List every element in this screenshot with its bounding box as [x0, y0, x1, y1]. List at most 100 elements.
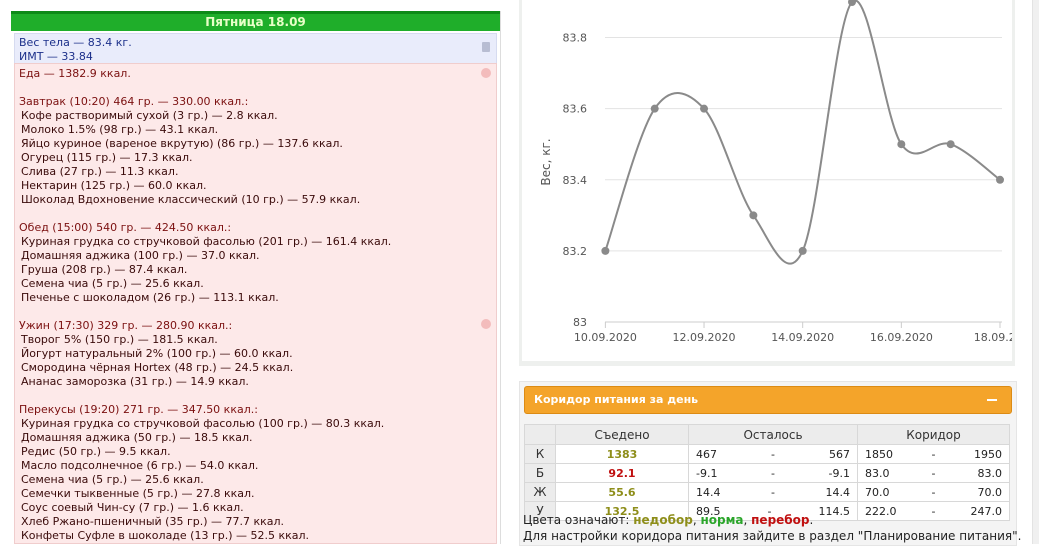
- dash: -: [771, 447, 775, 461]
- food-item[interactable]: Творог 5% (150 гр.) — 181.5 ккал.: [19, 333, 492, 347]
- apple-icon[interactable]: [481, 319, 491, 329]
- food-item[interactable]: Смородина чёрная Hortex (48 гр.) — 24.5 …: [19, 361, 492, 375]
- collapse-icon[interactable]: [987, 399, 997, 401]
- legend-sep: ,: [743, 513, 752, 527]
- corridor-range: 1850 - 1950: [857, 444, 1010, 464]
- row-label: К: [524, 444, 556, 464]
- food-item[interactable]: Конфеты Суфле в шоколаде (13 гр.) — 52.5…: [19, 529, 492, 543]
- corridor-row: К 1383 467 - 567 1850 - 1950: [524, 444, 1010, 464]
- food-total: Еда — 1382.9 ккал.: [19, 67, 131, 80]
- food-item[interactable]: Масло подсолнечное (6 гр.) — 54.0 ккал.: [19, 459, 492, 473]
- dash: -: [771, 466, 775, 480]
- header-left: Осталось: [688, 424, 858, 445]
- left-max: -9.1: [828, 466, 850, 480]
- food-item[interactable]: Редис (50 гр.) — 9.5 ккал.: [19, 445, 492, 459]
- food-item[interactable]: Нектарин (125 гр.) — 60.0 ккал.: [19, 179, 492, 193]
- food-item[interactable]: Семечки тыквенные (5 гр.) — 27.8 ккал.: [19, 487, 492, 501]
- day-panel: Пятница 18.09 Вес тела — 83.4 кг. ИМТ — …: [11, 11, 501, 544]
- data-point: [946, 140, 955, 149]
- corridor-max: 83.0: [977, 466, 1002, 480]
- data-point: [996, 175, 1004, 184]
- weight-chart-svg: 83 83.2 83.4 83.6 83.8 10.09.2020 12.09.2020 14…: [539, 0, 1026, 344]
- scrollbar[interactable]: [1032, 0, 1039, 544]
- data-point: [700, 104, 709, 113]
- header-corridor: Коридор: [857, 424, 1010, 445]
- food-item[interactable]: Ананас заморозка (31 гр.) — 14.9 ккал.: [19, 375, 492, 389]
- y-tick-label: 83: [573, 316, 587, 329]
- food-item[interactable]: Огурец (115 гр.) — 17.3 ккал.: [19, 151, 492, 165]
- food-item[interactable]: Молоко 1.5% (98 гр.) — 43.1 ккал.: [19, 123, 492, 137]
- row-label: Ж: [524, 482, 556, 502]
- y-tick-label: 83.8: [563, 32, 588, 45]
- food-item[interactable]: Куриная грудка со стручковой фасолью (10…: [19, 417, 492, 431]
- legend-under: недобор: [633, 513, 693, 527]
- left-max: 14.4: [825, 485, 850, 499]
- data-point: [601, 246, 610, 255]
- y-axis-label: Вес, кг.: [539, 138, 553, 185]
- food-item[interactable]: Соус соевый Чин-су (7 гр.) — 1.6 ккал.: [19, 501, 492, 515]
- food-item[interactable]: Домашняя аджика (100 гр.) — 37.0 ккал.: [19, 249, 492, 263]
- food-item[interactable]: Семена чиа (5 гр.) — 25.6 ккал.: [19, 277, 492, 291]
- header-eaten: Съедено: [555, 424, 689, 445]
- corridor-header[interactable]: Коридор питания за день: [524, 386, 1012, 414]
- apple-icon[interactable]: [481, 68, 491, 78]
- dash: -: [931, 504, 936, 518]
- corridor-row: Б 92.1 -9.1 - -9.1 83.0 - 83.0: [524, 463, 1010, 483]
- food-item[interactable]: Кофе растворимый сухой (3 гр.) — 2.8 кка…: [19, 109, 492, 123]
- left-range: 14.4 - 14.4: [688, 482, 858, 502]
- eaten-value: 1383: [555, 444, 689, 464]
- dash: -: [931, 485, 936, 499]
- left-range: -9.1 - -9.1: [688, 463, 858, 483]
- x-tick-label: 14.09.2020: [771, 331, 834, 344]
- data-point: [749, 211, 758, 220]
- data-point: [798, 246, 807, 255]
- x-tick-label: 10.09.2020: [574, 331, 637, 344]
- meal-list: Завтрак (10:20) 464 гр. — 330.00 ккал.: К…: [19, 95, 492, 543]
- food-item[interactable]: Печенье с шоколадом (26 гр.) — 113.1 кка…: [19, 291, 492, 305]
- food-item[interactable]: Слива (27 гр.) — 11.3 ккал.: [19, 165, 492, 179]
- row-label: Б: [524, 463, 556, 483]
- x-tick-label: 16.09.2020: [870, 331, 933, 344]
- y-tick-label: 83.4: [563, 174, 588, 187]
- legend-suffix: .: [809, 513, 814, 527]
- data-point: [897, 140, 906, 149]
- dash: -: [771, 485, 775, 499]
- meal-title: Обед (15:00) 540 гр. — 424.50 ккал.:: [19, 221, 232, 234]
- corridor-min: 1850: [865, 447, 893, 461]
- left-min: 14.4: [696, 485, 721, 499]
- food-item[interactable]: Куриная грудка со стручковой фасолью (20…: [19, 235, 492, 249]
- food-item[interactable]: Домашняя аджика (50 гр.) — 18.5 ккал.: [19, 431, 492, 445]
- corridor-min: 70.0: [865, 485, 890, 499]
- meal-title: Ужин (17:30) 329 гр. — 280.90 ккал.:: [19, 319, 233, 332]
- legend-over: перебор: [751, 513, 810, 527]
- body-weight: Вес тела — 83.4 кг.: [19, 36, 132, 49]
- day-title[interactable]: Пятница 18.09: [11, 11, 500, 31]
- x-tick-label: 12.09.2020: [673, 331, 736, 344]
- corridor-row: Ж 55.6 14.4 - 14.4 70.0 - 70.0: [524, 482, 1010, 502]
- left-max: 567: [828, 447, 850, 461]
- corridor-table: Съедено Осталось Коридор К 1383 467 - 567 185…: [524, 424, 1010, 521]
- corridor-range: 222.0 - 247.0: [857, 501, 1010, 521]
- trash-icon[interactable]: [482, 42, 490, 52]
- weight-chart: 83 83.2 83.4 83.6 83.8 10.09.2020 12.09.2020 14…: [522, 0, 1026, 361]
- meal-title: Перекусы (19:20) 271 гр. — 347.50 ккал.:: [19, 403, 258, 416]
- food-item[interactable]: Груша (208 гр.) — 87.4 ккал.: [19, 263, 492, 277]
- food-item[interactable]: Хлеб Ржано-пшеничный (35 гр.) — 77.7 кка…: [19, 515, 492, 529]
- food-item[interactable]: Семена чиа (5 гр.) — 25.6 ккал.: [19, 473, 492, 487]
- food-item[interactable]: Шоколад Вдохновение классический (10 гр.…: [19, 193, 492, 207]
- left-range: 467 - 567: [688, 444, 858, 464]
- y-tick-label: 83.6: [563, 103, 588, 116]
- weight-series-line: [604, 0, 1001, 265]
- y-tick-label: 83.2: [563, 245, 588, 258]
- food-item[interactable]: Йогурт натуральный 2% (100 гр.) — 60.0 к…: [19, 347, 492, 361]
- corner-cell: [524, 424, 556, 445]
- meal-title: Завтрак (10:20) 464 гр. — 330.00 ккал.:: [19, 95, 249, 108]
- corridor-range: 83.0 - 83.0: [857, 463, 1010, 483]
- corridor-range: 70.0 - 70.0: [857, 482, 1010, 502]
- corridor-note: Для настройки коридора питания зайдите в…: [523, 529, 1022, 543]
- eaten-value: 92.1: [555, 463, 689, 483]
- x-tick-label: 18.09.2...: [974, 331, 1012, 344]
- food-item[interactable]: Яйцо куриное (вареное вкрутую) (86 гр.) …: [19, 137, 492, 151]
- left-max: 114.5: [818, 504, 850, 518]
- corridor-max: 70.0: [977, 485, 1002, 499]
